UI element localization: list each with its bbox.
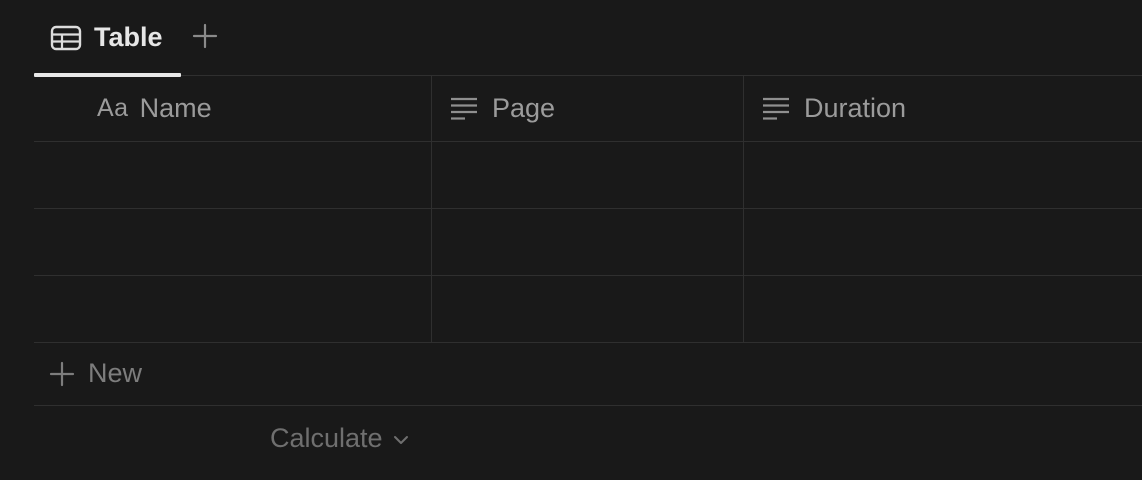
tab-label: Table [94, 22, 163, 52]
cell-name[interactable] [34, 209, 432, 275]
column-header-label: Name [139, 93, 212, 123]
plus-icon [192, 23, 218, 49]
chevron-down-icon [393, 435, 408, 444]
table-header-row: Aa Name Page Duration [34, 76, 1142, 142]
column-header-page[interactable]: Page [432, 76, 744, 141]
lines-icon [763, 97, 789, 120]
table-row[interactable] [34, 142, 1142, 209]
table-icon [50, 25, 82, 50]
view-tab-bar: Table [34, 0, 1142, 77]
cell-duration[interactable] [744, 209, 1142, 275]
cell-page[interactable] [432, 276, 744, 342]
database-table: Aa Name Page Duration [34, 76, 1142, 343]
tab-table[interactable]: Table [34, 0, 181, 77]
column-header-label: Page [492, 93, 556, 123]
new-row-label: New [88, 358, 143, 388]
cell-page[interactable] [432, 142, 744, 208]
cell-duration[interactable] [744, 276, 1142, 342]
table-row[interactable] [34, 276, 1142, 343]
cell-duration[interactable] [744, 142, 1142, 208]
cell-name[interactable] [34, 142, 432, 208]
calculate-dropdown[interactable]: Calculate [270, 418, 409, 458]
column-header-duration[interactable]: Duration [744, 76, 1142, 141]
cell-name[interactable] [34, 276, 432, 342]
cell-page[interactable] [432, 209, 744, 275]
table-row[interactable] [34, 209, 1142, 276]
plus-icon [49, 361, 75, 386]
column-header-name[interactable]: Aa Name [34, 76, 432, 141]
add-view-button[interactable] [190, 18, 220, 54]
new-row-button[interactable]: New [34, 342, 1142, 406]
lines-icon [451, 97, 477, 120]
calculate-label: Calculate [270, 422, 383, 453]
column-header-label: Duration [804, 93, 907, 123]
text-aa-icon: Aa [97, 94, 129, 122]
